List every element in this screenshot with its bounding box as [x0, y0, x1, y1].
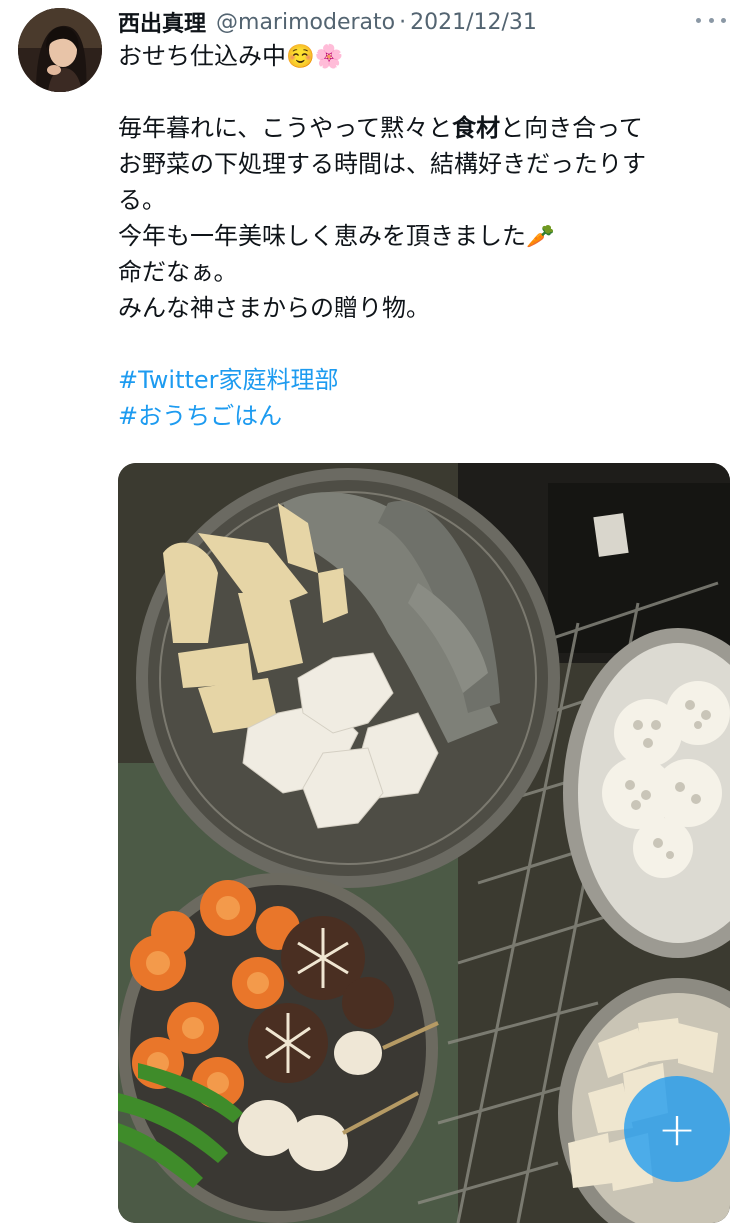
tweet-header: 西出真理 @marimoderato · 2021/12/31 — [118, 6, 728, 38]
separator: · — [399, 9, 407, 35]
more-horizontal-icon[interactable] — [696, 8, 726, 32]
text-line-7: みんな神さまからの贈り物。 — [118, 294, 430, 322]
tweet: 西出真理 @marimoderato · 2021/12/31 おせち仕込み中☺… — [0, 0, 748, 1223]
author-handle[interactable]: @marimoderato — [216, 10, 395, 35]
text-line-3: お野菜の下処理する時間は、結構好きだったりす — [118, 150, 646, 178]
avatar[interactable] — [18, 8, 102, 92]
text-segment: 毎年暮れに、こうやって黙々と — [118, 114, 453, 142]
text-segment: おせち仕込み中 — [118, 42, 286, 70]
avatar-image — [18, 8, 102, 92]
carrot-emoji: 🥕 — [526, 224, 555, 250]
text-line-1: おせち仕込み中☺️🌸 — [118, 38, 730, 74]
author-name[interactable]: 西出真理 — [118, 6, 206, 38]
plus-icon: + — [657, 1102, 697, 1156]
smiling-face-emoji: ☺️ — [286, 44, 315, 70]
timestamp[interactable]: 2021/12/31 — [410, 10, 537, 35]
hashtag-link[interactable]: #おうちごはん — [118, 398, 730, 434]
text-segment: と向き合って — [500, 114, 643, 142]
cherry-blossom-emoji: 🌸 — [314, 44, 344, 70]
tweet-text: おせち仕込み中☺️🌸 毎年暮れに、こうやって黙々と食材と向き合って お野菜の下処… — [118, 38, 730, 434]
text-bold-segment: 食材 — [452, 114, 501, 142]
hashtag-link[interactable]: #Twitter家庭料理部 — [118, 362, 730, 398]
text-line-6: 命だなぁ。 — [118, 258, 238, 286]
compose-button[interactable]: + — [624, 1076, 730, 1182]
text-line-4: る。 — [118, 186, 166, 214]
text-line-5: 今年も一年美味しく恵みを頂きました🥕 — [118, 218, 730, 254]
text-line-2: 毎年暮れに、こうやって黙々と食材と向き合って — [118, 110, 730, 146]
text-segment: 今年も一年美味しく恵みを頂きました — [118, 222, 526, 250]
